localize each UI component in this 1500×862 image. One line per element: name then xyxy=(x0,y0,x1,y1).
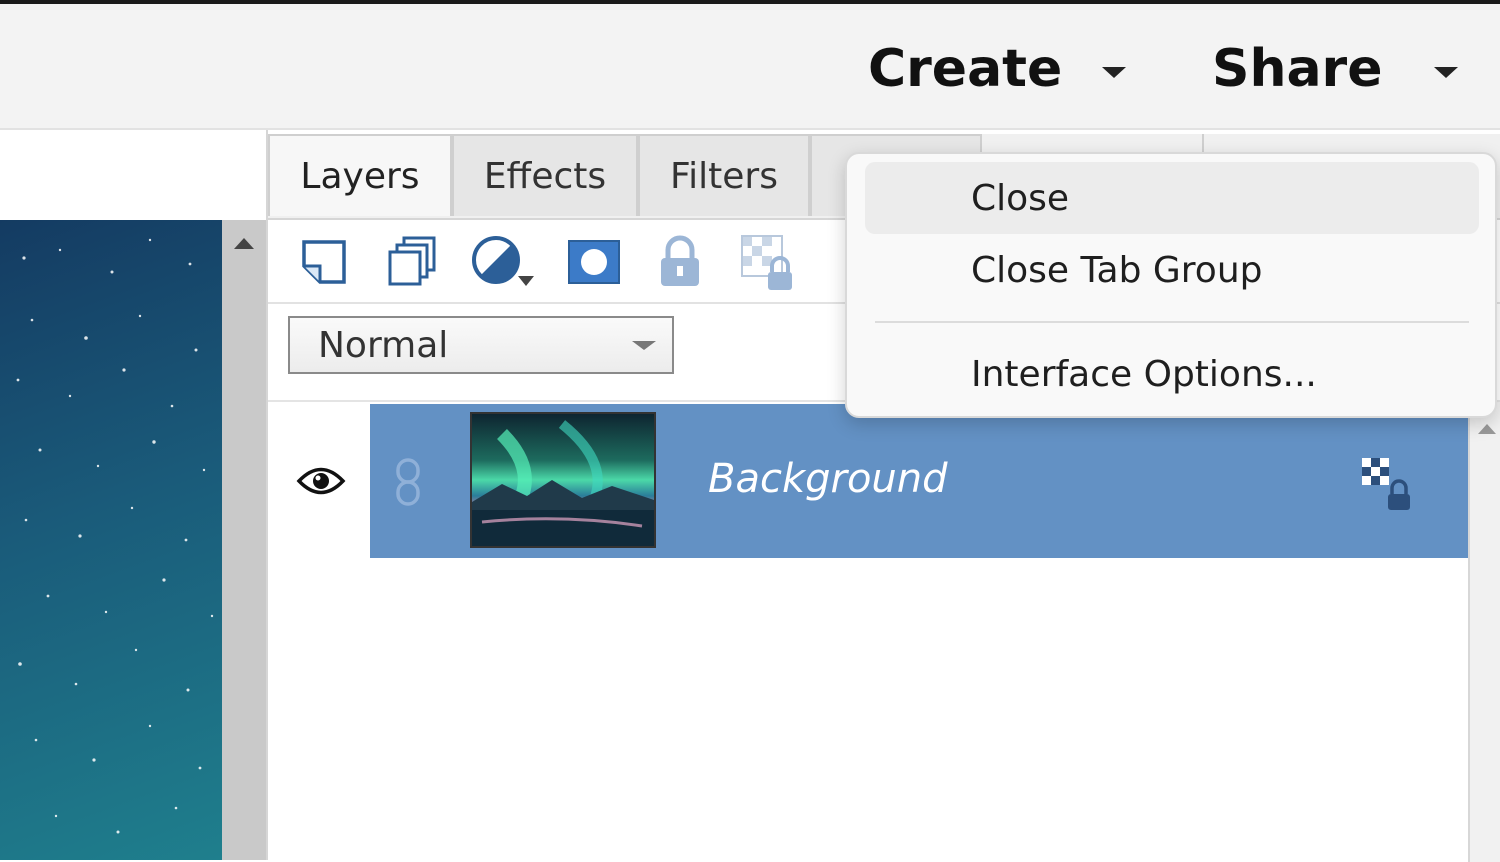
menu-separator xyxy=(875,321,1469,323)
lock-transparency-icon[interactable] xyxy=(738,232,798,292)
tab-filters[interactable]: Filters xyxy=(638,134,810,216)
layer-mask-icon[interactable] xyxy=(564,232,624,292)
menu-item-interface-options-label: Interface Options... xyxy=(971,353,1317,395)
tab-layers-label: Layers xyxy=(300,155,420,197)
image-canvas[interactable] xyxy=(0,220,222,860)
new-layer-group-icon[interactable] xyxy=(382,232,442,292)
link-icon[interactable] xyxy=(394,458,422,511)
share-button-label: Share xyxy=(1212,39,1383,99)
new-layer-icon[interactable] xyxy=(294,232,354,292)
tab-effects-label: Effects xyxy=(483,155,607,197)
tab-filters-label: Filters xyxy=(670,155,778,197)
starfield-image xyxy=(16,238,214,834)
create-button[interactable]: Create xyxy=(868,34,1127,104)
scroll-up-arrow-icon[interactable] xyxy=(1478,424,1496,434)
tab-effects[interactable]: Effects xyxy=(452,134,638,216)
transparency-lock-icon xyxy=(1360,456,1416,517)
layer-thumbnail xyxy=(470,412,656,548)
create-button-label: Create xyxy=(868,39,1063,99)
chevron-down-icon xyxy=(632,340,656,350)
eye-icon[interactable] xyxy=(296,464,346,503)
scroll-up-arrow-icon[interactable] xyxy=(234,238,254,249)
layers-vertical-scrollbar[interactable] xyxy=(1468,402,1500,862)
layer-row[interactable]: Background xyxy=(370,404,1468,558)
tab-context-menu: Close Close Tab Group Interface Options.… xyxy=(845,152,1497,418)
layer-name: Background xyxy=(708,456,948,502)
share-button[interactable]: Share xyxy=(1212,34,1459,104)
chevron-down-icon xyxy=(1434,66,1459,78)
lock-all-icon[interactable] xyxy=(650,232,710,292)
menu-item-close-tab-group[interactable]: Close Tab Group xyxy=(865,234,1479,306)
canvas-vertical-scrollbar[interactable] xyxy=(222,220,266,860)
menu-item-close-tab-group-label: Close Tab Group xyxy=(971,249,1263,291)
menu-item-interface-options[interactable]: Interface Options... xyxy=(865,338,1479,410)
adjustment-layer-icon[interactable] xyxy=(468,232,544,292)
blend-mode-value: Normal xyxy=(318,324,449,366)
layers-list: Background xyxy=(268,400,1500,862)
menu-item-close-label: Close xyxy=(971,177,1070,219)
blend-mode-select[interactable]: Normal xyxy=(288,316,674,374)
top-bar: Create Share xyxy=(0,4,1500,130)
menu-item-close[interactable]: Close xyxy=(865,162,1479,234)
chevron-down-icon xyxy=(1102,66,1127,78)
tab-layers[interactable]: Layers xyxy=(268,134,452,216)
